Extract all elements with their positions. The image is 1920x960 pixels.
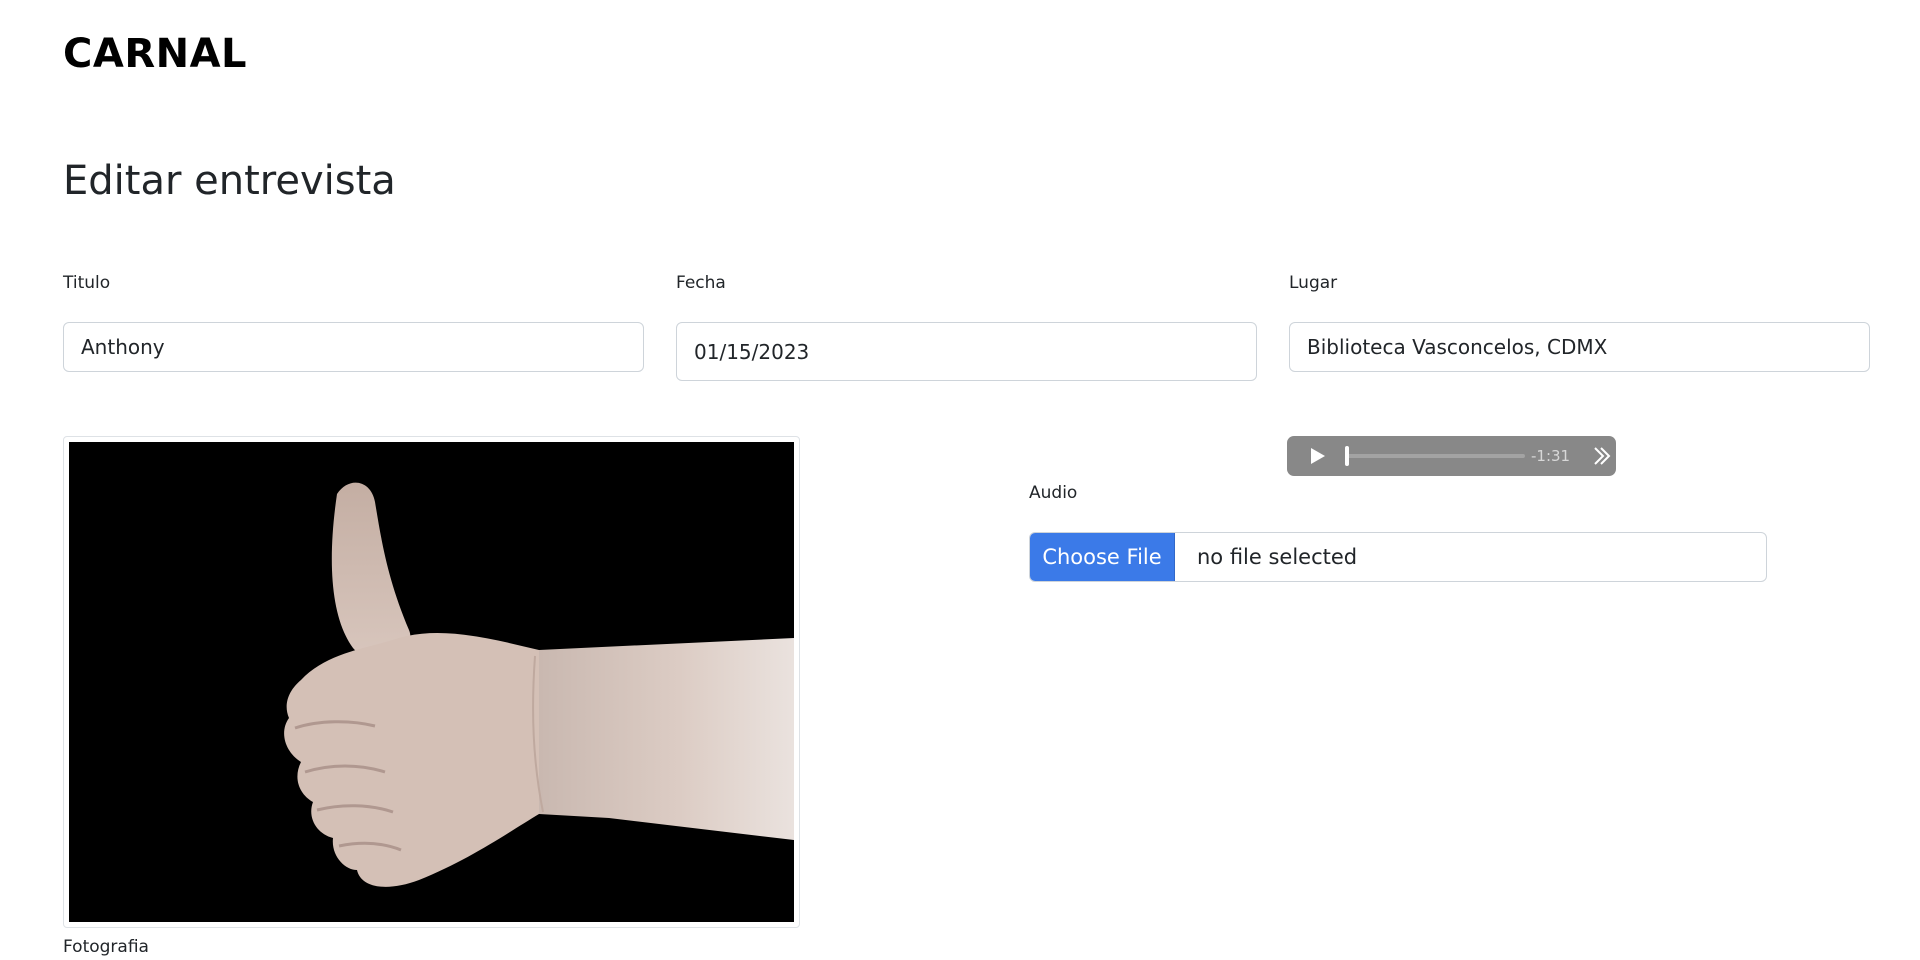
logo[interactable]: CARNAL (63, 30, 247, 78)
photo-frame (63, 436, 800, 928)
fotografia-label: Fotografia (63, 937, 149, 957)
thumbs-up-photo (69, 442, 794, 922)
page-title: Editar entrevista (63, 158, 396, 204)
fast-forward-icon[interactable] (1592, 446, 1612, 466)
fecha-input[interactable] (676, 322, 1257, 381)
titulo-input[interactable] (63, 322, 644, 372)
choose-file-button[interactable]: Choose File (1030, 533, 1175, 581)
play-icon[interactable] (1307, 446, 1327, 466)
time-remaining: -1:31 (1531, 447, 1571, 465)
lugar-input[interactable] (1289, 322, 1870, 372)
forearm-shape (539, 638, 794, 840)
audio-player[interactable]: -1:31 (1287, 436, 1616, 476)
audio-label: Audio (1029, 483, 1078, 503)
lugar-label: Lugar (1289, 273, 1338, 293)
titulo-label: Titulo (63, 273, 111, 293)
scrubber-knob[interactable] (1345, 446, 1349, 466)
audio-file-input[interactable]: Choose File no file selected (1029, 532, 1767, 582)
audio-scrubber[interactable] (1345, 446, 1525, 466)
fecha-label: Fecha (676, 273, 726, 293)
file-status-text: no file selected (1197, 545, 1358, 569)
